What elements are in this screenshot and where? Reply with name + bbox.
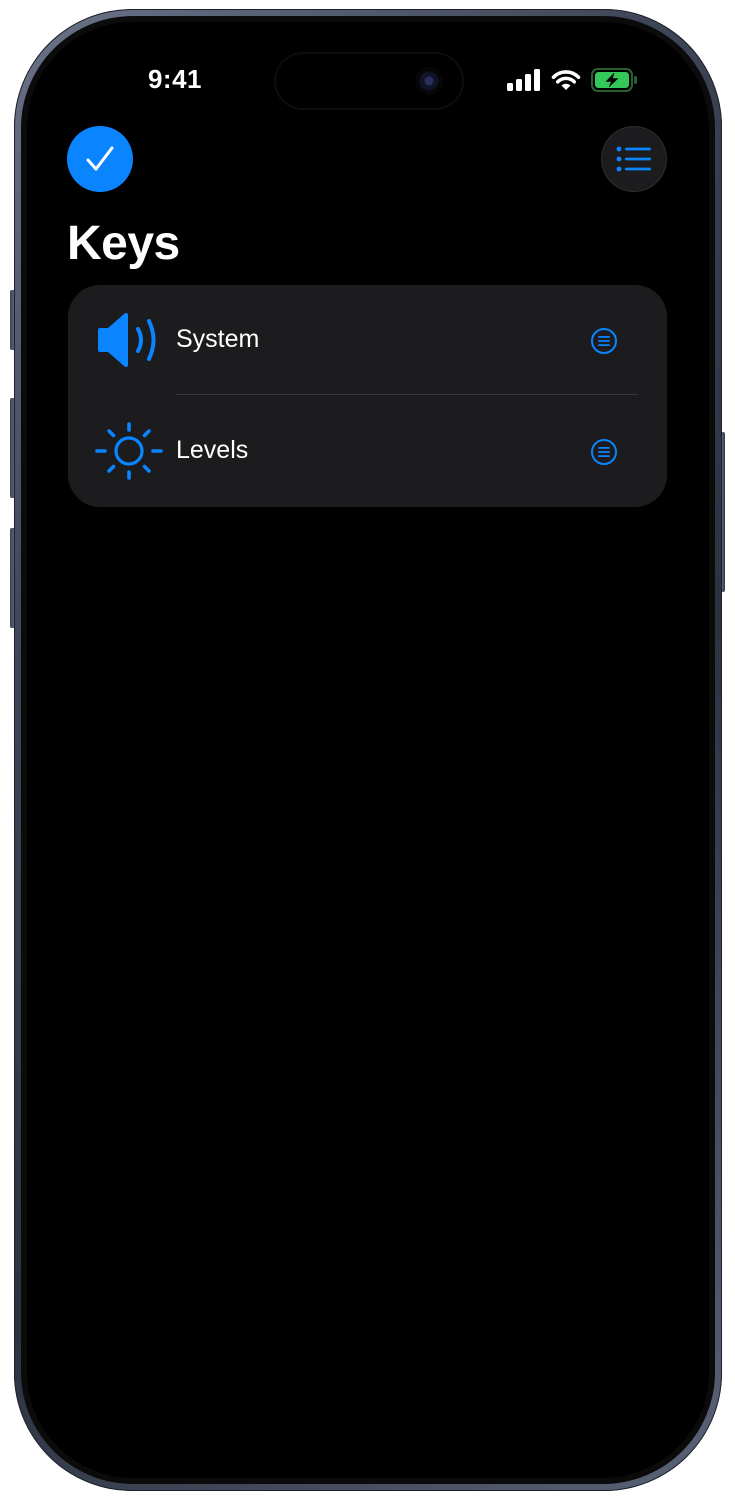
done-button[interactable] <box>67 126 133 192</box>
list-item-label: System <box>176 325 260 353</box>
wifi-icon <box>551 70 581 90</box>
front-camera <box>415 67 443 95</box>
row-divider <box>176 394 638 395</box>
list-item-levels[interactable]: Levels <box>68 396 667 506</box>
page-title: Keys <box>67 217 180 270</box>
keys-list: System Levels <box>68 285 667 507</box>
status-time: 9:41 <box>147 64 203 94</box>
list-circle-icon[interactable] <box>590 327 618 355</box>
list-item-system[interactable]: System <box>68 285 667 395</box>
list-circle-icon[interactable] <box>590 438 618 466</box>
list-item-label: Levels <box>176 436 249 464</box>
battery-charging-icon <box>591 68 637 92</box>
status-icons <box>507 68 639 92</box>
speaker-volume-icon <box>98 312 156 368</box>
device-mockup: 9:41 Keys System Levels <box>0 0 735 1500</box>
menu-list-button[interactable] <box>601 126 667 192</box>
screen: 9:41 Keys System Levels <box>27 22 709 1478</box>
cellular-signal-icon <box>507 69 540 91</box>
dynamic-island <box>276 54 462 108</box>
checkmark-icon <box>86 146 114 171</box>
sun-brightness-icon <box>95 422 163 480</box>
list-icon <box>616 146 651 172</box>
